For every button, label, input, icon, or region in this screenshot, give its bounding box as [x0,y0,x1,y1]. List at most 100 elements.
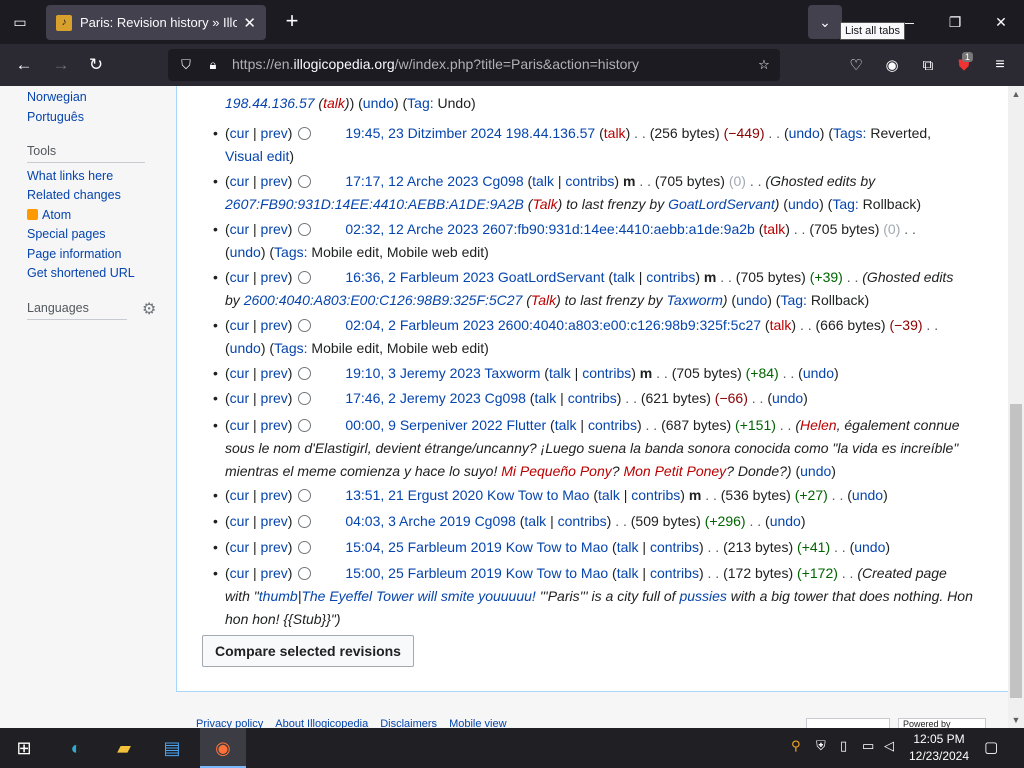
close-tab-icon[interactable]: ✕ [243,14,256,32]
summary-link[interactable]: Mi Pequeño Pony [501,463,612,479]
summary-talk-link[interactable]: Talk [532,196,557,212]
footer-link[interactable]: Disclaimers [380,718,437,728]
cur-link[interactable]: cur [230,565,249,581]
undo-link[interactable]: undo [854,539,885,555]
extensions-icon[interactable]: ⧉ [915,52,941,78]
revision-date-link[interactable]: 17:46, 2 Jeremy 2023 [345,390,480,406]
summary-link[interactable]: Mon Petit Poney [623,463,726,479]
list-all-tabs-button[interactable]: ⌄ [808,5,842,39]
bookmark-star-icon[interactable]: ☆ [754,55,774,75]
user-link[interactable]: Cg098 [482,173,523,189]
lang-link-norwegian[interactable]: Norwegian [27,90,87,104]
user-link[interactable]: Kow Tow to Mao [487,487,589,503]
summary-user-link[interactable]: GoatLordServant [668,196,775,212]
url-text[interactable]: https://en.illogicopedia.org/w/index.php… [232,56,639,72]
revision-radio[interactable] [298,223,312,236]
revision-radio[interactable] [298,367,312,380]
undo-link[interactable]: undo [772,390,803,406]
revision-date-link[interactable]: 13:51, 21 Ergust 2020 [345,487,483,503]
tool-what-links-here[interactable]: What links here [27,169,113,183]
prev-link[interactable]: prev [261,173,288,189]
revision-date-link[interactable]: 02:04, 2 Farbleum 2023 [345,317,494,333]
usb-tray-icon[interactable]: ▯ [840,738,847,754]
revision-date-link[interactable]: 00:00, 9 Serpeniver 2022 [345,417,502,433]
revision-date-link[interactable]: 19:10, 3 Jeremy 2023 [345,365,480,381]
scroll-down-icon[interactable]: ▼ [1008,712,1024,728]
prev-link[interactable]: prev [261,365,288,381]
cur-link[interactable]: cur [230,221,249,237]
compare-revisions-button[interactable]: Compare selected revisions [202,635,414,667]
back-button[interactable]: ← [11,52,37,78]
revision-radio[interactable] [298,392,312,405]
cur-link[interactable]: cur [230,417,249,433]
revision-radio[interactable] [298,541,312,554]
user-link[interactable]: GoatLordServant [498,269,605,285]
tags-label[interactable]: Tags: [833,125,866,141]
prev-link[interactable]: prev [261,221,288,237]
cur-link[interactable]: cur [230,173,249,189]
tool-shortened-url[interactable]: Get shortened URL [27,266,135,280]
url-bar[interactable]: ⛉ 🔒︎ https://en.illogicopedia.org/w/inde… [168,49,780,81]
forward-button[interactable]: → [48,52,74,78]
user-link[interactable]: Taxworm [484,365,540,381]
revision-date-link[interactable]: 17:17, 12 Arche 2023 [345,173,478,189]
partial-undo-link[interactable]: undo [363,95,394,111]
cur-link[interactable]: cur [230,390,249,406]
powered-by-badge[interactable]: Powered by [898,718,986,728]
user-link[interactable]: Cg098 [475,513,516,529]
close-window-button[interactable]: ✕ [978,0,1024,44]
contribs-link[interactable]: contribs [650,539,699,555]
cur-link[interactable]: cur [230,317,249,333]
contribs-link[interactable]: contribs [565,173,614,189]
summary-link[interactable]: thumb [259,588,298,604]
contribs-link[interactable]: contribs [588,417,637,433]
cur-link[interactable]: cur [230,513,249,529]
notification-icon[interactable]: ▢ [984,738,998,756]
firefox-icon[interactable]: ◉ [203,732,243,764]
talk-link[interactable]: talk [555,417,577,433]
prev-link[interactable]: prev [261,565,288,581]
revision-radio[interactable] [298,271,312,284]
partial-talk-link[interactable]: talk [323,95,345,111]
browser-tab[interactable]: ♪ Paris: Revision history » Illogicopedi… [46,5,266,40]
talk-link[interactable]: talk [770,317,792,333]
summary-user-link[interactable]: Taxworm [667,292,723,308]
revision-date-link[interactable]: 19:45, 23 Ditzimber 2024 [345,125,501,141]
contribs-link[interactable]: contribs [558,513,607,529]
undo-link[interactable]: undo [736,292,767,308]
footer-link[interactable]: About Illogicopedia [275,718,368,728]
mediawiki-badge[interactable] [806,718,890,728]
revision-date-link[interactable]: 04:03, 3 Arche 2019 [345,513,470,529]
contribs-link[interactable]: contribs [582,365,631,381]
tags-label[interactable]: Tags: [274,244,307,260]
scroll-up-icon[interactable]: ▲ [1008,86,1024,102]
user-link[interactable]: 2600:4040:a803:e00:c126:98b9:325f:5c27 [498,317,761,333]
edge-icon[interactable]: ◐ [56,732,96,764]
gear-icon[interactable]: ⚙ [142,299,156,319]
prev-link[interactable]: prev [261,390,288,406]
contribs-link[interactable]: contribs [650,565,699,581]
revision-date-link[interactable]: 16:36, 2 Farbleum 2023 [345,269,494,285]
undo-link[interactable]: undo [852,487,883,503]
tag-visual-edit[interactable]: Visual edit [225,148,289,164]
user-link[interactable]: 198.44.136.57 [506,125,596,141]
account-icon[interactable]: ◉ [879,52,905,78]
talk-link[interactable]: talk [549,365,571,381]
talk-link[interactable]: talk [598,487,620,503]
user-link[interactable]: Kow Tow to Mao [506,565,608,581]
revision-date-link[interactable]: 15:04, 25 Farbleum 2019 [345,539,501,555]
undo-link[interactable]: undo [230,340,261,356]
footer-link[interactable]: Privacy policy [196,718,263,728]
prev-link[interactable]: prev [261,487,288,503]
partial-tag-label[interactable]: Tag: [407,95,433,111]
undo-link[interactable]: undo [803,365,834,381]
prev-link[interactable]: prev [261,513,288,529]
talk-link[interactable]: talk [604,125,626,141]
contribs-link[interactable]: contribs [631,487,680,503]
tool-related-changes[interactable]: Related changes [27,188,121,202]
prev-link[interactable]: prev [261,317,288,333]
cur-link[interactable]: cur [230,125,249,141]
user-link[interactable]: Cg098 [485,390,526,406]
lang-link-portuguese[interactable]: Português [27,110,84,124]
prev-link[interactable]: prev [261,269,288,285]
